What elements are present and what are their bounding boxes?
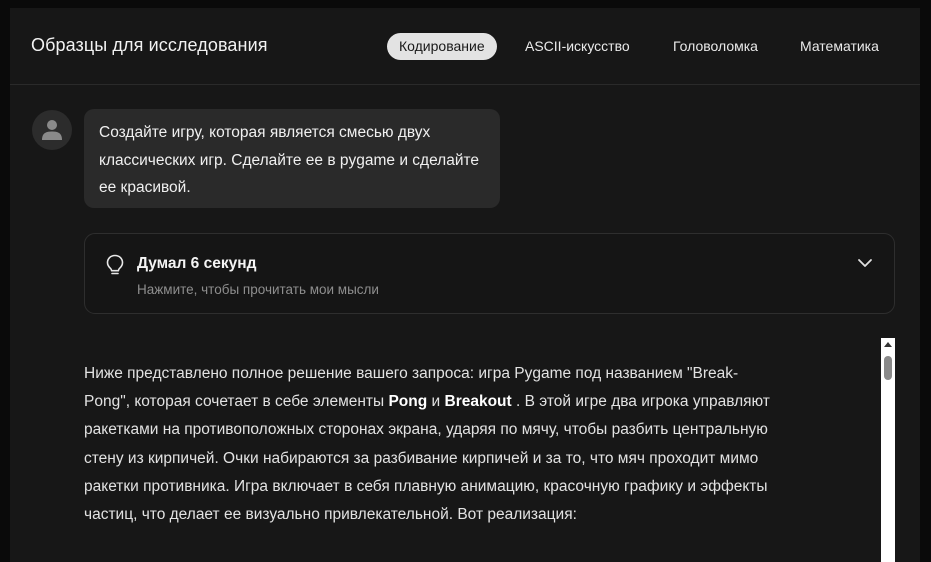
tab-ascii-art[interactable]: ASCII-искусство (513, 33, 642, 60)
chevron-down-icon[interactable] (857, 258, 873, 268)
user-avatar (32, 110, 72, 150)
scrollbar[interactable] (881, 338, 895, 562)
explore-samples-panel: Образцы для исследования Кодирование ASC… (10, 8, 920, 562)
thought-title: Думал 6 секунд (137, 255, 257, 272)
assistant-answer: Ниже представлено полное решение вашего … (84, 360, 784, 529)
answer-text-2: и (427, 393, 445, 411)
scroll-up-arrow-icon[interactable] (884, 342, 892, 347)
lightbulb-icon (106, 254, 124, 275)
scroll-thumb[interactable] (884, 356, 892, 380)
user-message: Создайте игру, которая является смесью д… (84, 109, 500, 208)
tab-coding[interactable]: Кодирование (387, 33, 497, 60)
tab-math[interactable]: Математика (788, 33, 891, 60)
answer-bold-pong: Pong (388, 393, 428, 411)
header: Образцы для исследования Кодирование ASC… (10, 8, 920, 85)
user-icon (42, 120, 62, 140)
thought-toggle[interactable]: Думал 6 секунд Нажмите, чтобы прочитать … (84, 233, 895, 314)
thought-subtitle: Нажмите, чтобы прочитать мои мысли (137, 282, 379, 297)
tab-puzzle[interactable]: Головоломка (661, 33, 770, 60)
answer-text-3: . В этой игре два игрока управляют ракет… (84, 393, 770, 524)
page-title: Образцы для исследования (31, 35, 268, 55)
answer-bold-breakout: Breakout (444, 393, 512, 411)
